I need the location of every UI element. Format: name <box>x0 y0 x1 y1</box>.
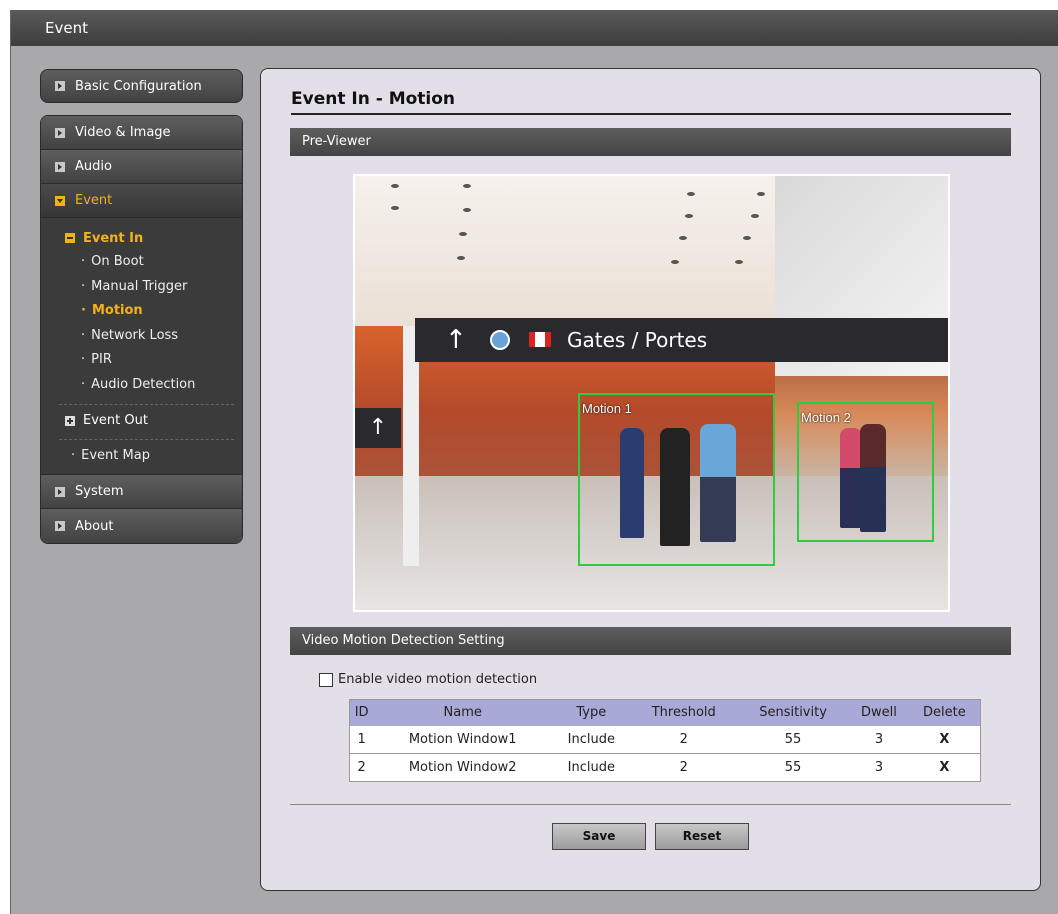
col-sensitivity: Sensitivity <box>736 699 850 726</box>
cell-sensitivity: 55 <box>736 753 850 782</box>
enable-vmd-label: Enable video motion detection <box>338 672 538 687</box>
up-arrow-icon: ↑ <box>445 325 467 355</box>
cell-name: Motion Window1 <box>373 725 553 754</box>
cell-threshold: 2 <box>630 725 737 754</box>
submenu-item-audio-detection[interactable]: · Audio Detection <box>41 373 242 398</box>
main-panel: Event In - Motion Pre-Viewer ↑ ↑ Gates /… <box>260 68 1041 891</box>
event-submenu: Event In · On Boot · Manual Trigger · Motio… <box>41 218 242 476</box>
divider <box>59 438 234 440</box>
submenu-item-label: Audio Detection <box>91 376 196 392</box>
expand-arrow-icon <box>55 521 65 532</box>
nav-system[interactable]: System <box>41 475 242 510</box>
expand-arrow-icon <box>55 486 65 497</box>
flag-icon <box>529 332 551 347</box>
nav-basic-configuration[interactable]: Basic Configuration <box>40 69 243 103</box>
vmd-setting-header: Video Motion Detection Setting <box>290 627 1011 655</box>
submenu-item-label: Network Loss <box>91 327 179 343</box>
sign-text: Gates / Portes <box>567 328 708 352</box>
submenu-label: Event Out <box>83 413 148 429</box>
cell-type: Include <box>552 725 631 754</box>
submenu-item-pir[interactable]: · PIR <box>41 348 242 373</box>
cell-id: 1 <box>349 725 374 754</box>
submenu-item-label: PIR <box>91 352 112 368</box>
submenu-item-on-boot[interactable]: · On Boot <box>41 250 242 275</box>
col-type: Type <box>552 699 631 726</box>
motion-window-label: Motion 2 <box>801 410 851 425</box>
col-name: Name <box>373 699 553 726</box>
enable-vmd-option: Enable video motion detection <box>319 672 537 687</box>
nav-label: About <box>75 518 114 534</box>
col-delete: Delete <box>908 699 981 726</box>
previewer-header: Pre-Viewer <box>290 128 1011 156</box>
motion-window-1[interactable]: Motion 1 <box>578 393 775 566</box>
submenu-event-in[interactable]: Event In <box>41 226 242 250</box>
motion-window-table: ID Name Type Threshold Sensitivity Dwell… <box>349 699 981 782</box>
motion-window-2[interactable]: Motion 2 <box>797 402 934 542</box>
expand-arrow-icon <box>55 127 65 138</box>
divider <box>59 403 234 405</box>
cell-sensitivity: 55 <box>736 725 850 754</box>
submenu-item-event-map[interactable]: · Event Map <box>41 444 242 469</box>
nav-label: Audio <box>75 159 112 174</box>
submenu-item-label: Event Map <box>81 447 150 463</box>
submenu-item-motion[interactable]: · Motion <box>41 299 242 324</box>
globe-icon <box>490 330 510 350</box>
collapse-arrow-icon <box>55 195 65 206</box>
nav-label: Event <box>75 193 113 208</box>
expand-arrow-icon <box>55 81 65 91</box>
nav-audio[interactable]: Audio <box>41 150 242 184</box>
submenu-event-out[interactable]: Event Out <box>41 409 242 433</box>
cell-name: Motion Window2 <box>373 753 553 782</box>
submenu-item-manual-trigger[interactable]: · Manual Trigger <box>41 275 242 300</box>
table-row[interactable]: 2 Motion Window2 Include 2 55 3 X <box>349 753 981 782</box>
preview-pillar <box>403 326 419 566</box>
col-dwell: Dwell <box>849 699 909 726</box>
delete-x-icon[interactable]: X <box>908 753 981 782</box>
col-threshold: Threshold <box>630 699 737 726</box>
camera-preview: ↑ ↑ Gates / Portes Motion 1 Motion 2 <box>353 174 950 612</box>
col-id: ID <box>349 699 374 726</box>
window-title: Event <box>11 10 1058 46</box>
page-title: Event In - Motion <box>291 89 1011 115</box>
sidebar: Basic Configuration Video & Image Audio … <box>40 69 243 545</box>
nav-group: Video & Image Audio Event Event In · On B… <box>40 115 243 545</box>
cell-dwell: 3 <box>849 725 909 754</box>
app-frame: Event Basic Configuration Video & Image … <box>10 10 1058 914</box>
table-row[interactable]: 1 Motion Window1 Include 2 55 3 X <box>349 725 981 754</box>
motion-window-label: Motion 1 <box>582 401 632 416</box>
delete-x-icon[interactable]: X <box>908 725 981 754</box>
cell-type: Include <box>552 753 631 782</box>
enable-vmd-checkbox[interactable] <box>319 672 333 687</box>
preview-gate-sign: ↑ Gates / Portes <box>415 318 948 362</box>
submenu-item-network-loss[interactable]: · Network Loss <box>41 324 242 349</box>
up-arrow-icon: ↑ <box>355 408 401 448</box>
submenu-item-label: Motion <box>91 303 143 319</box>
divider <box>290 804 1011 805</box>
submenu-label: Event In <box>83 230 144 246</box>
nav-label: Video & Image <box>75 125 171 140</box>
cell-id: 2 <box>349 753 374 782</box>
nav-video-image[interactable]: Video & Image <box>41 116 242 150</box>
nav-label: System <box>75 484 124 500</box>
submenu-item-label: On Boot <box>91 254 144 269</box>
cell-threshold: 2 <box>630 753 737 782</box>
reset-button[interactable]: Reset <box>655 823 749 850</box>
expand-arrow-icon <box>55 161 65 172</box>
nav-event[interactable]: Event <box>41 184 242 218</box>
nav-about[interactable]: About <box>41 509 242 544</box>
save-button[interactable]: Save <box>552 823 646 850</box>
cell-dwell: 3 <box>849 753 909 782</box>
table-header-row: ID Name Type Threshold Sensitivity Dwell… <box>349 699 981 726</box>
submenu-item-label: Manual Trigger <box>91 278 188 294</box>
nav-label: Basic Configuration <box>75 78 202 94</box>
collapse-icon <box>65 233 75 243</box>
expand-icon <box>65 415 75 426</box>
